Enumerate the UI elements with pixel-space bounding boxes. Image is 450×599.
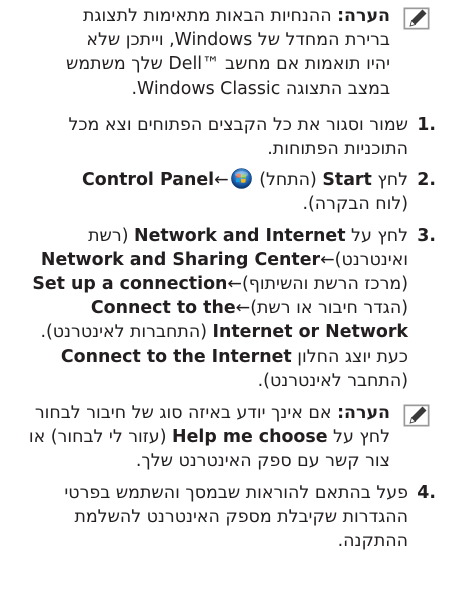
- step-number: 1.: [417, 114, 436, 135]
- step-3: 3. לחץ על Network and Internet (רשת ואינ…: [8, 224, 436, 393]
- arrow: ←: [214, 170, 229, 191]
- control-panel-label: Control Panel: [82, 170, 215, 191]
- step-number: 2.: [417, 170, 436, 191]
- page: הערה: ההנחיות הבאות מתאימות לתצוגת ברירת…: [0, 0, 450, 599]
- step-number: 3.: [417, 225, 436, 246]
- step-text: פעל בהתאם להוראות שבמסך והשתמש בפרטי ההג…: [64, 482, 408, 552]
- pencil-note-icon: [403, 7, 430, 30]
- pencil-note-icon: [403, 404, 430, 427]
- step-4: 4. פעל בהתאם להוראות שבמסך והשתמש בפרטי …: [8, 481, 436, 554]
- start-label: Start: [322, 170, 372, 191]
- step-1: 1. שמור וסגור את כל הקבצים הפתוחים וצא מ…: [8, 113, 436, 161]
- network-sharing-center-label: Network and Sharing Center: [40, 249, 321, 270]
- note-block: הערה: אם אינך יודע באיזה סוג של חיבור לב…: [8, 401, 436, 474]
- note-label: הערה:: [337, 403, 390, 424]
- help-me-choose-label: Help me choose: [172, 427, 328, 448]
- step-2: 2. לחץ Start (התחל) ←Control Panel (לוח …: [8, 168, 436, 216]
- note-text: הערה: אם אינך יודע באיזה סוג של חיבור לב…: [28, 403, 390, 472]
- note-label: הערה:: [337, 6, 390, 26]
- step-text: שמור וסגור את כל הקבצים הפתוחים וצא מכל …: [68, 114, 408, 160]
- setup-connection-label: Set up a connection: [32, 274, 228, 295]
- step-number: 4.: [417, 482, 436, 503]
- connect-internet-window-label: Connect to the Internet: [60, 346, 292, 367]
- network-internet-label: Network and Internet: [134, 225, 346, 246]
- step-text: לחץ Start (התחל) ←Control Panel (לוח הבק…: [82, 168, 408, 215]
- step-text: לחץ על Network and Internet (רשת ואינטרנ…: [32, 225, 408, 391]
- note-block: הערה: ההנחיות הבאות מתאימות לתצוגת ברירת…: [8, 4, 436, 101]
- note-text: הערה: ההנחיות הבאות מתאימות לתצוגת ברירת…: [66, 6, 390, 99]
- windows-start-orb-icon: [230, 168, 252, 190]
